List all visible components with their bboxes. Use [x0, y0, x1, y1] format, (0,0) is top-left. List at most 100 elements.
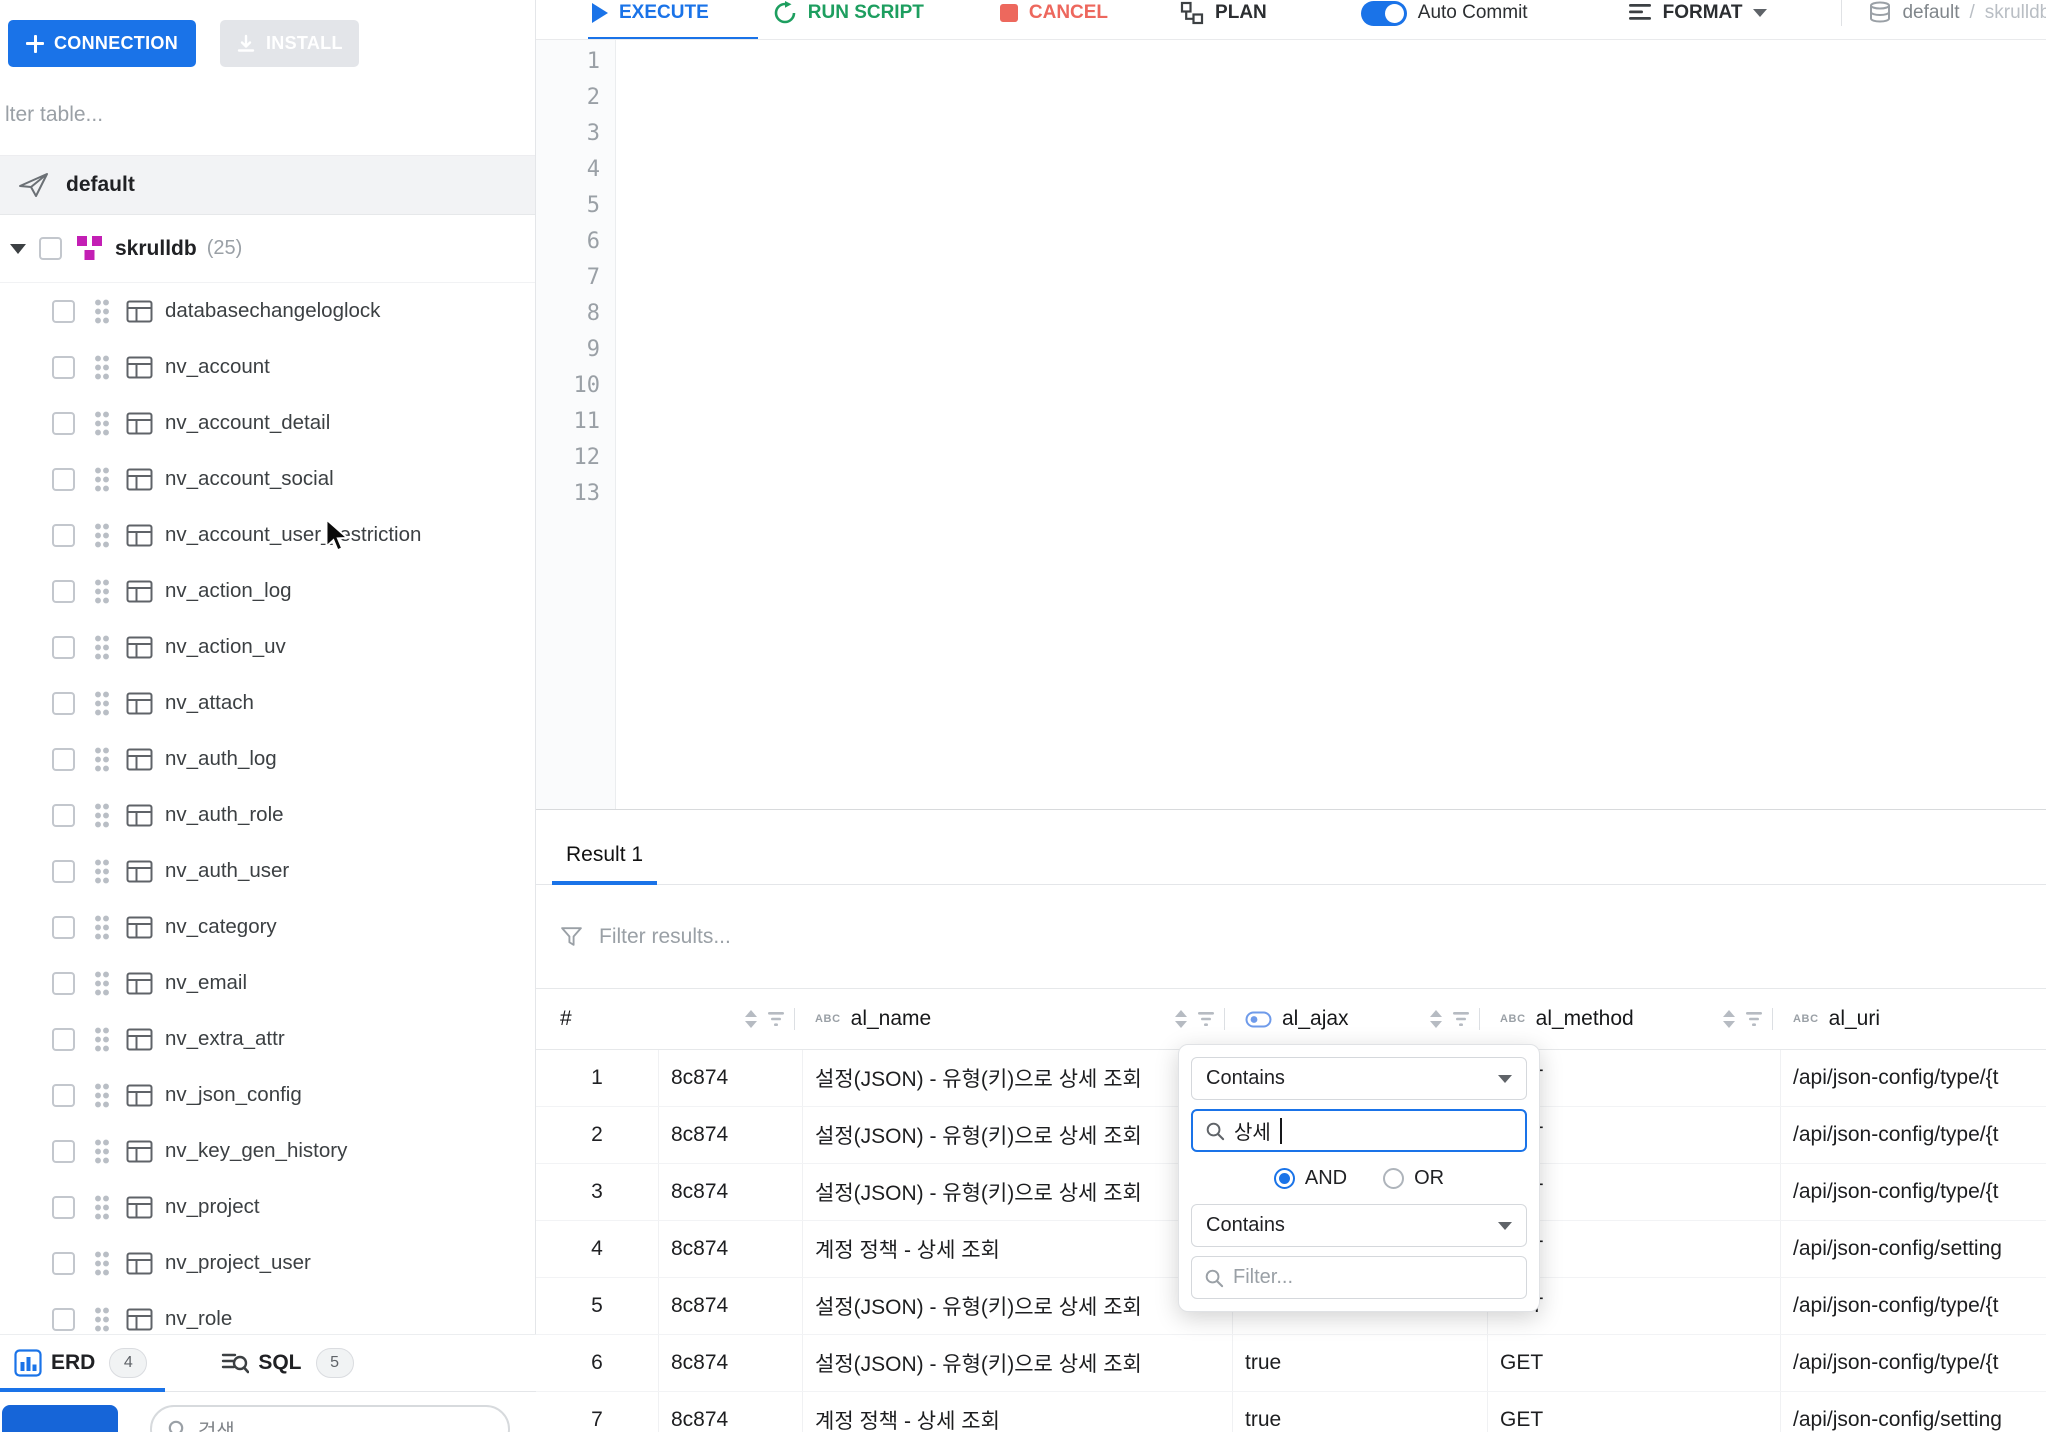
- table-checkbox[interactable]: [52, 1140, 75, 1163]
- expand-caret-icon[interactable]: [10, 244, 26, 254]
- cancel-button[interactable]: CANCEL: [1000, 2, 1108, 24]
- table-checkbox[interactable]: [52, 300, 75, 323]
- auto-commit-toggle[interactable]: Auto Commit: [1361, 1, 1528, 26]
- table-checkbox[interactable]: [52, 1028, 75, 1051]
- sidebar-table-item[interactable]: nv_auth_role: [0, 787, 536, 843]
- drag-handle-icon[interactable]: [94, 1138, 110, 1164]
- drag-handle-icon[interactable]: [94, 802, 110, 828]
- plan-button[interactable]: PLAN: [1180, 1, 1267, 25]
- sql-editor[interactable]: 1 2 3 4: [536, 40, 2046, 810]
- install-button[interactable]: INSTALL: [220, 20, 359, 67]
- drag-handle-icon[interactable]: [94, 1306, 110, 1332]
- table-checkbox[interactable]: [52, 804, 75, 827]
- sort-icon[interactable]: [1174, 1009, 1188, 1029]
- table-checkbox[interactable]: [52, 580, 75, 603]
- sort-icon[interactable]: [744, 1009, 758, 1029]
- sort-icon[interactable]: [1722, 1009, 1736, 1029]
- table-checkbox[interactable]: [52, 1084, 75, 1107]
- sidebar-table-item[interactable]: nv_project: [0, 1179, 536, 1235]
- result-tab-1[interactable]: Result 1: [552, 843, 657, 884]
- drag-handle-icon[interactable]: [94, 410, 110, 436]
- sidebar-table-item[interactable]: nv_auth_user: [0, 843, 536, 899]
- connection-selector[interactable]: default / skrulldb: [1868, 1, 2046, 25]
- drag-handle-icon[interactable]: [94, 522, 110, 548]
- drag-handle-icon[interactable]: [94, 970, 110, 996]
- filter-value-input[interactable]: Filter...: [1191, 1256, 1527, 1299]
- table-checkbox[interactable]: [52, 860, 75, 883]
- drag-handle-icon[interactable]: [94, 690, 110, 716]
- table-checkbox[interactable]: [52, 636, 75, 659]
- table-checkbox[interactable]: [52, 1196, 75, 1219]
- drag-handle-icon[interactable]: [94, 298, 110, 324]
- table-checkbox[interactable]: [52, 972, 75, 995]
- sidebar-table-item[interactable]: nv_json_config: [0, 1067, 536, 1123]
- table-checkbox[interactable]: [52, 1252, 75, 1275]
- add-connection-button[interactable]: CONNECTION: [8, 20, 196, 67]
- results-filter-input[interactable]: Filter results...: [536, 885, 2046, 988]
- table-checkbox[interactable]: [52, 356, 75, 379]
- table-checkbox[interactable]: [52, 412, 75, 435]
- column-header-al-uri[interactable]: ABC al_uri: [1781, 989, 2046, 1049]
- column-header-al-method[interactable]: ABC al_method: [1488, 989, 1781, 1049]
- drag-handle-icon[interactable]: [94, 354, 110, 380]
- drag-handle-icon[interactable]: [94, 466, 110, 492]
- column-header-al-name[interactable]: ABC al_name: [803, 989, 1233, 1049]
- column-filter-icon[interactable]: [1197, 1011, 1215, 1027]
- table-checkbox[interactable]: [52, 524, 75, 547]
- column-header-al-ajax[interactable]: al_ajax: [1233, 989, 1488, 1049]
- database-checkbox[interactable]: [39, 237, 62, 260]
- or-radio[interactable]: OR: [1383, 1167, 1444, 1190]
- sidebar-table-item[interactable]: nv_key_gen_history: [0, 1123, 536, 1179]
- drag-handle-icon[interactable]: [94, 1194, 110, 1220]
- database-row-skrulldb[interactable]: skrulldb (25): [0, 215, 535, 283]
- table-checkbox[interactable]: [52, 748, 75, 771]
- result-row[interactable]: 6 8c874 설정(JSON) - 유형(키)으로 상세 조회 true GE…: [536, 1335, 2046, 1392]
- sidebar-table-item[interactable]: nv_account_user_restriction: [0, 507, 536, 563]
- table-filter-input[interactable]: lter table...: [0, 74, 535, 156]
- table-checkbox[interactable]: [52, 1308, 75, 1331]
- table-checkbox[interactable]: [52, 692, 75, 715]
- sidebar-table-item[interactable]: nv_auth_log: [0, 731, 536, 787]
- drag-handle-icon[interactable]: [94, 914, 110, 940]
- drag-handle-icon[interactable]: [94, 746, 110, 772]
- drag-handle-icon[interactable]: [94, 578, 110, 604]
- sidebar-table-item[interactable]: nv_action_log: [0, 563, 536, 619]
- and-radio[interactable]: AND: [1274, 1167, 1347, 1190]
- column-filter-icon[interactable]: [1745, 1011, 1763, 1027]
- filter-condition-select-top[interactable]: Contains: [1191, 1057, 1527, 1100]
- sidebar-table-item[interactable]: nv_action_uv: [0, 619, 536, 675]
- tab-sql[interactable]: SQL 5: [221, 1348, 353, 1378]
- result-row[interactable]: 7 8c874 계정 정책 - 상세 조회 true GET /api/json…: [536, 1392, 2046, 1432]
- drag-handle-icon[interactable]: [94, 634, 110, 660]
- column-header-num[interactable]: #: [536, 989, 659, 1049]
- sidebar-table-item[interactable]: nv_category: [0, 899, 536, 955]
- table-checkbox[interactable]: [52, 468, 75, 491]
- drag-handle-icon[interactable]: [94, 858, 110, 884]
- toggle-on-icon[interactable]: [1361, 1, 1407, 26]
- sidebar-table-item[interactable]: nv_account: [0, 339, 536, 395]
- sidebar-table-item[interactable]: nv_email: [0, 955, 536, 1011]
- filter-condition-select-bottom[interactable]: Contains: [1191, 1204, 1527, 1247]
- filter-search-input[interactable]: 상세: [1191, 1109, 1527, 1152]
- table-checkbox[interactable]: [52, 916, 75, 939]
- drag-handle-icon[interactable]: [94, 1026, 110, 1052]
- sidebar-table-item[interactable]: nv_attach: [0, 675, 536, 731]
- sidebar-table-item[interactable]: nv_account_social: [0, 451, 536, 507]
- sidebar-table-item[interactable]: nv_account_detail: [0, 395, 536, 451]
- execute-button[interactable]: EXECUTE: [592, 2, 709, 24]
- drag-handle-icon[interactable]: [94, 1250, 110, 1276]
- connection-row-default[interactable]: default: [0, 156, 535, 215]
- tab-erd[interactable]: ERD 4: [14, 1348, 147, 1378]
- drag-handle-icon[interactable]: [94, 1082, 110, 1108]
- column-header-col1[interactable]: [659, 989, 803, 1049]
- column-filter-icon[interactable]: [767, 1011, 785, 1027]
- format-button[interactable]: FORMAT: [1628, 1, 1768, 25]
- sidebar-table-item[interactable]: databasechangeloglock: [0, 283, 536, 339]
- sidebar-table-item[interactable]: nv_extra_attr: [0, 1011, 536, 1067]
- bottom-search-input[interactable]: 검색: [150, 1405, 510, 1432]
- sort-icon[interactable]: [1429, 1009, 1443, 1029]
- sidebar-table-item[interactable]: nv_project_user: [0, 1235, 536, 1291]
- run-script-button[interactable]: RUN SCRIPT: [773, 1, 924, 25]
- bottom-action-button[interactable]: [2, 1405, 118, 1432]
- column-filter-icon[interactable]: [1452, 1011, 1470, 1027]
